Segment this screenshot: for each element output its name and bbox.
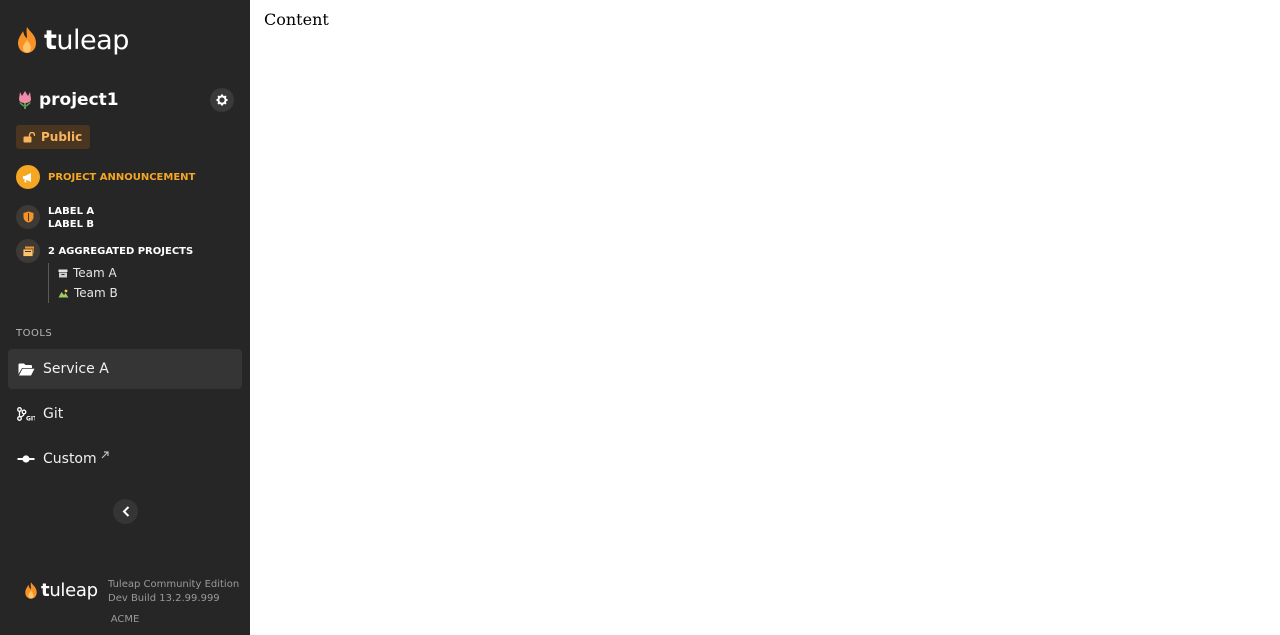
announcement-label: PROJECT ANNOUNCEMENT xyxy=(48,172,196,183)
gear-icon xyxy=(216,94,228,106)
project-name[interactable]: project1 xyxy=(39,90,119,110)
aggregate-icon xyxy=(16,239,40,263)
project-visibility-badge: Public xyxy=(16,125,91,149)
external-link-icon xyxy=(101,447,109,463)
project-labels: LABEL A LABEL B xyxy=(16,205,94,231)
chevron-left-icon xyxy=(122,506,129,517)
aggregated-team-list: Team A Team B xyxy=(48,263,118,303)
footer-version-info: Tuleap Community Edition Dev Build 13.2.… xyxy=(108,578,239,606)
visibility-label: Public xyxy=(41,130,83,144)
collapse-sidebar-button[interactable] xyxy=(113,499,138,524)
team-a-label: Team A xyxy=(73,266,117,280)
folder-open-icon xyxy=(17,363,35,376)
team-item-a[interactable]: Team A xyxy=(58,263,118,283)
organization-name: ACME xyxy=(110,614,140,625)
svg-text:GIT: GIT xyxy=(26,416,35,422)
tool-label: Service A xyxy=(43,361,109,377)
team-b-label: Team B xyxy=(74,286,118,300)
aggregated-projects[interactable]: 2 AGGREGATED PROJECTS xyxy=(16,239,193,263)
project-announcement[interactable]: PROJECT ANNOUNCEMENT xyxy=(16,165,195,189)
unlock-icon xyxy=(23,131,35,142)
main-content: Content xyxy=(250,0,1280,635)
tulip-icon xyxy=(19,91,31,109)
shield-icon xyxy=(16,205,40,229)
footer-wordmark: tuleap xyxy=(41,580,98,601)
tuleap-flame-icon xyxy=(25,582,37,599)
bullhorn-icon xyxy=(16,165,40,189)
team-item-b[interactable]: Team B xyxy=(58,283,118,303)
edition-text: Tuleap Community Edition xyxy=(108,579,240,590)
footer-logo[interactable]: tuleap xyxy=(24,580,98,601)
tool-git[interactable]: GIT Git xyxy=(8,394,242,434)
plugin-icon xyxy=(17,454,35,464)
tool-custom[interactable]: Custom xyxy=(8,439,242,479)
label-item: LABEL B xyxy=(48,219,95,230)
build-text: Dev Build 13.2.99.999 xyxy=(108,593,220,604)
content-placeholder: Content xyxy=(264,10,329,29)
tool-service-a[interactable]: Service A xyxy=(8,349,242,389)
project-settings-button[interactable] xyxy=(210,88,234,112)
git-icon: GIT xyxy=(17,407,35,421)
tool-label: Custom xyxy=(43,451,97,467)
labels-list: LABEL A LABEL B xyxy=(48,205,94,231)
tuleap-flame-icon xyxy=(18,27,36,53)
landscape-icon xyxy=(58,289,69,298)
sidebar: tuleap project1 Public PROJECT ANNOUNCEM… xyxy=(0,0,250,635)
aggregated-label: 2 AGGREGATED PROJECTS xyxy=(48,246,194,257)
tools-heading: TOOLS xyxy=(16,328,53,339)
project-header: project1 xyxy=(16,88,236,112)
tuleap-logo[interactable]: tuleap xyxy=(16,24,129,56)
tool-label: Git xyxy=(43,406,64,422)
box-icon xyxy=(58,269,68,278)
logo-wordmark: tuleap xyxy=(44,24,129,56)
label-item: LABEL A xyxy=(48,206,95,217)
